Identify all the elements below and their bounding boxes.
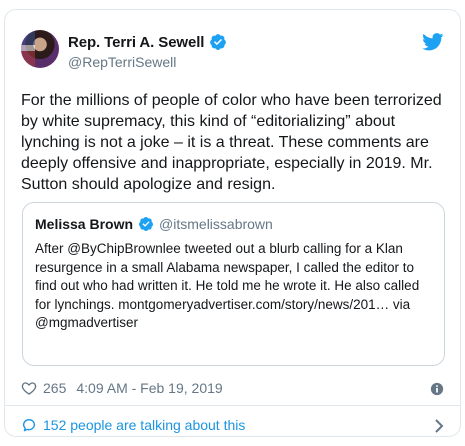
quoted-author-handle: @itsmelissabrown — [159, 216, 273, 232]
author-handle[interactable]: @RepTerriSewell — [68, 54, 176, 70]
tweet-timestamp[interactable]: 4:09 AM - Feb 19, 2019 — [76, 380, 222, 396]
talking-count-label[interactable]: 152 people are talking about this — [43, 417, 245, 433]
tweet-meta: 265 4:09 AM - Feb 19, 2019 — [21, 380, 223, 396]
verified-badge-icon — [210, 34, 227, 50]
author-name[interactable]: Rep. Terri A. Sewell — [68, 34, 204, 51]
heart-icon[interactable] — [21, 380, 37, 396]
quoted-author-name: Melissa Brown — [35, 216, 134, 232]
verified-badge-icon — [139, 217, 154, 231]
chevron-right-icon[interactable] — [434, 419, 444, 433]
quoted-author-line: Melissa Brown @itsmelissabrown — [35, 216, 273, 232]
author-name-line: Rep. Terri A. Sewell — [68, 33, 227, 51]
avatar-flag-backdrop — [21, 30, 35, 68]
quoted-tweet-text: After @ByChipBrownlee tweeted out a blur… — [35, 241, 420, 330]
speech-bubble-icon — [23, 419, 35, 432]
tweet-header: Rep. Terri A. Sewell @RepTerriSewell — [5, 10, 460, 82]
author-avatar[interactable] — [21, 30, 59, 68]
info-icon[interactable] — [430, 382, 444, 396]
tweet-text: For the millions of people of color who … — [21, 92, 442, 193]
tweet-footer[interactable]: 152 people are talking about this — [5, 406, 460, 438]
like-count[interactable]: 265 — [43, 380, 66, 396]
quoted-tweet[interactable]: Melissa Brown @itsmelissabrown After @By… — [22, 202, 445, 366]
twitter-bird-icon[interactable] — [422, 33, 444, 51]
tweet-card: Rep. Terri A. Sewell @RepTerriSewell For… — [4, 9, 461, 437]
conversation-link[interactable]: 152 people are talking about this — [21, 417, 245, 433]
